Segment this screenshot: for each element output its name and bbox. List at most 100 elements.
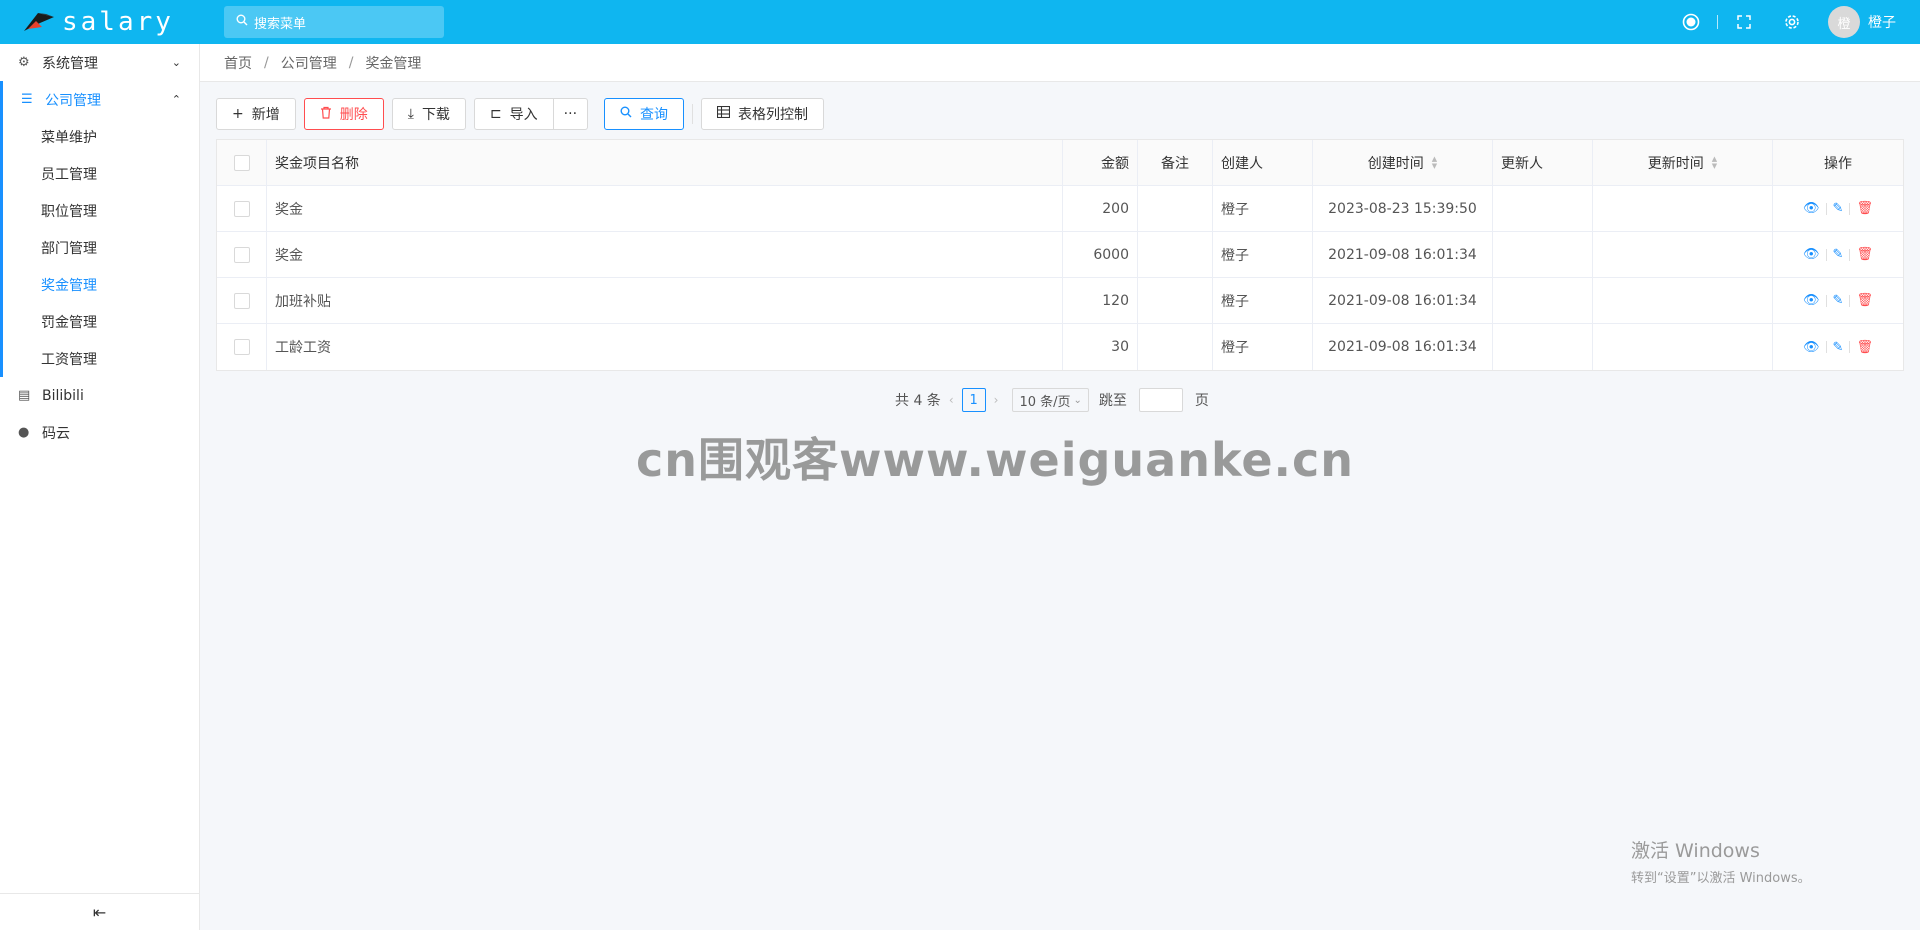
download-icon: ⤓	[407, 106, 414, 122]
logo-text: salary	[62, 7, 174, 37]
delete-trash-icon[interactable]: 🗑	[1856, 247, 1873, 262]
collapse-sidebar-button[interactable]: ⇤	[0, 893, 199, 930]
delete-button-label: 删除	[339, 107, 368, 123]
sidebar-item-bilibili[interactable]: ▤ Bilibili	[0, 377, 199, 414]
view-eye-icon[interactable]: 👁	[1803, 247, 1820, 262]
delete-trash-icon[interactable]: 🗑	[1856, 201, 1873, 216]
header-actions: 操作	[1824, 155, 1852, 172]
sidebar-sub-position[interactable]: 职位管理	[3, 192, 199, 229]
cell-note	[1138, 324, 1213, 370]
sidebar-item-company[interactable]: ☰ 公司管理 ⌃	[3, 81, 199, 118]
sidebar-sub-menu[interactable]: 菜单维护	[3, 118, 199, 155]
sidebar-item-gitee[interactable]: ● 码云	[0, 414, 199, 451]
sidebar-item-system[interactable]: ⚙ 系统管理 ⌄	[0, 44, 199, 81]
jump-label: 跳至	[1098, 393, 1127, 409]
select-all-checkbox[interactable]	[233, 154, 250, 171]
activation-title: 激活 Windows	[1631, 840, 1760, 862]
sidebar-item-label: 码云	[42, 425, 70, 442]
cell-updated-time	[1593, 232, 1773, 277]
cell-actions: 👁 ✎ 🗑	[1773, 324, 1903, 370]
jump-page-input[interactable]	[1138, 388, 1183, 412]
sidebar-sub-salary[interactable]: 工资管理	[3, 340, 199, 377]
header-creator: 创建人	[1213, 140, 1313, 185]
row-checkbox[interactable]	[233, 200, 250, 217]
cell-creator: 橙子	[1213, 232, 1313, 277]
chevron-down-icon: ⌄	[171, 56, 181, 69]
query-button[interactable]: 查询	[604, 98, 685, 130]
sidebar-sub-employee[interactable]: 员工管理	[3, 155, 199, 192]
sidebar-sub-department[interactable]: 部门管理	[3, 229, 199, 266]
table-row: 加班补贴 120 橙子 2021-09-08 16:01:34 👁 ✎ 🗑	[217, 278, 1903, 324]
user-avatar[interactable]: 橙	[1828, 6, 1860, 38]
delete-trash-icon[interactable]: 🗑	[1856, 340, 1873, 355]
delete-button[interactable]: 删除	[303, 98, 384, 130]
breadcrumb-home[interactable]: 首页	[224, 53, 252, 73]
activation-hint: 转到“设置”以激活 Windows。	[1631, 871, 1811, 886]
view-eye-icon[interactable]: 👁	[1803, 340, 1820, 355]
cell-name: 奖金	[267, 232, 1063, 277]
cell-updated-time	[1593, 324, 1773, 370]
sidebar-sub-bonus[interactable]: 奖金管理	[3, 266, 199, 303]
action-divider	[1825, 202, 1827, 215]
trash-icon	[320, 106, 332, 123]
breadcrumb-company[interactable]: 公司管理	[281, 53, 337, 73]
import-button[interactable]: ⊏ 导入	[473, 98, 554, 130]
row-checkbox[interactable]	[233, 246, 250, 263]
action-divider	[1849, 294, 1851, 307]
action-divider	[1825, 248, 1827, 261]
breadcrumb-separator: /	[264, 54, 269, 71]
theme-toggle-icon[interactable]	[1667, 0, 1715, 44]
list-icon: ☰	[21, 92, 33, 107]
row-check-cell	[217, 324, 267, 370]
page-number-button[interactable]: 1	[961, 388, 986, 412]
breadcrumb: 首页 / 公司管理 / 奖金管理	[200, 44, 1920, 82]
header-created-time[interactable]: 创建时间 ▲ ▼	[1313, 140, 1493, 185]
plus-icon: +	[232, 106, 244, 122]
add-button[interactable]: + 新增	[216, 98, 296, 130]
ellipsis-icon: ···	[563, 106, 578, 122]
menu-search-input[interactable]: 搜索菜单	[224, 6, 444, 38]
fullscreen-icon[interactable]	[1720, 0, 1768, 44]
github-icon: ●	[18, 425, 30, 440]
prev-page-icon[interactable]: ‹	[949, 393, 954, 407]
cell-note	[1138, 186, 1213, 231]
import-more-button[interactable]: ···	[553, 98, 589, 130]
delete-trash-icon[interactable]: 🗑	[1856, 293, 1873, 308]
action-divider	[1849, 248, 1851, 261]
edit-pencil-icon[interactable]: ✎	[1833, 201, 1844, 216]
cell-amount: 200	[1063, 186, 1138, 231]
page-size-select[interactable]: 10 条/页 ⌄	[1012, 388, 1089, 412]
sidebar-item-label: 系统管理	[42, 55, 98, 72]
sort-icon[interactable]: ▲ ▼	[1712, 155, 1717, 170]
cell-created-time: 2021-09-08 16:01:34	[1313, 324, 1493, 370]
row-checkbox[interactable]	[233, 292, 250, 309]
view-eye-icon[interactable]: 👁	[1803, 293, 1820, 308]
app-logo[interactable]: salary	[0, 0, 200, 44]
edit-pencil-icon[interactable]: ✎	[1833, 340, 1844, 355]
row-check-cell	[217, 278, 267, 323]
cell-amount: 6000	[1063, 232, 1138, 277]
toolbar-divider	[692, 104, 694, 124]
column-control-button[interactable]: 表格列控制	[701, 98, 825, 130]
edit-pencil-icon[interactable]: ✎	[1833, 293, 1844, 308]
cell-actions: 👁 ✎ 🗑	[1773, 186, 1903, 231]
settings-gear-icon[interactable]	[1768, 0, 1816, 44]
header-updated-time-label: 更新时间	[1647, 155, 1704, 172]
add-button-label: 新增	[251, 107, 280, 123]
menu-fold-icon: ⇤	[92, 902, 107, 922]
sidebar-item-label: 公司管理	[45, 92, 101, 109]
user-name[interactable]: 橙子	[1868, 12, 1896, 32]
sort-icon[interactable]: ▲ ▼	[1432, 155, 1437, 170]
edit-pencil-icon[interactable]: ✎	[1833, 247, 1844, 262]
action-divider	[1849, 202, 1851, 215]
cell-name: 加班补贴	[267, 278, 1063, 323]
sidebar-sub-fine[interactable]: 罚金管理	[3, 303, 199, 340]
next-page-icon[interactable]: ›	[994, 393, 999, 407]
view-eye-icon[interactable]: 👁	[1803, 201, 1820, 216]
cell-note	[1138, 232, 1213, 277]
download-button[interactable]: ⤓ 下载	[391, 98, 466, 130]
row-checkbox[interactable]	[233, 339, 250, 355]
action-divider	[1825, 341, 1827, 353]
pagination-total: 共 4 条	[895, 393, 941, 409]
header-updated-time[interactable]: 更新时间 ▲ ▼	[1593, 140, 1773, 185]
